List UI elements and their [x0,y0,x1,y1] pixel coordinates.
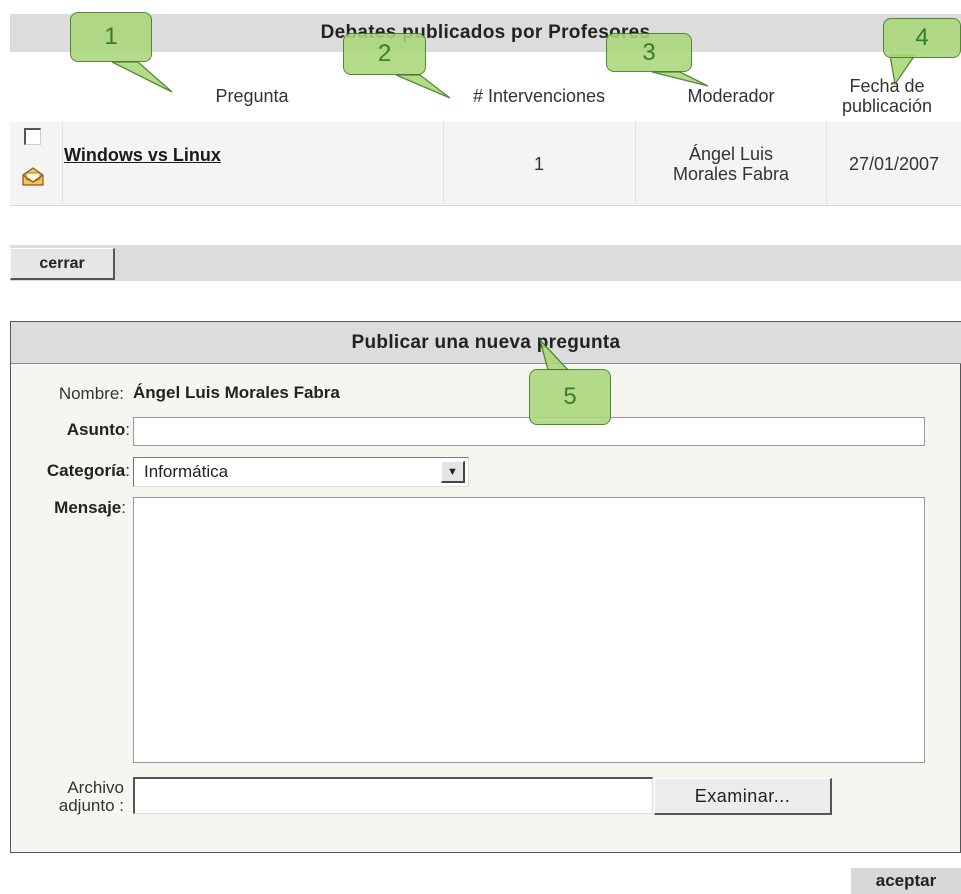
category-label: Categoría [46,461,126,480]
browse-button[interactable]: Examinar... [654,778,832,815]
publication-date: 27/01/2007 [848,153,940,174]
cell-divider [62,122,63,205]
chevron-down-icon[interactable]: ▼ [441,461,465,483]
subject-colon: : [125,420,130,439]
name-label: Nombre: [58,384,124,403]
close-bar [10,245,961,281]
attachment-label: Archivo adjunto : [10,779,124,815]
category-colon: : [125,461,130,480]
open-envelope-icon [22,167,44,186]
callout-5: 5 [529,369,611,425]
moderator-name: Ángel Luis Morales Fabra [672,143,790,184]
column-header-moderator: Moderador [687,86,775,106]
close-button[interactable]: cerrar [10,248,115,280]
row-select-checkbox[interactable] [24,128,41,145]
new-question-title: Publicar una nueva pregunta [11,322,961,364]
cell-divider [635,122,636,205]
callout-2: 2 [343,33,426,75]
category-select[interactable]: Informática ▼ [133,457,469,487]
column-header-interventions: # Intervenciones [472,86,606,106]
subject-label: Asunto [66,420,126,439]
debates-title: Debates publicados por Profesores [10,14,961,52]
attachment-label-line1: Archivo [67,778,124,797]
subject-input[interactable] [133,417,925,446]
message-textarea[interactable] [133,497,925,763]
message-label-group: Mensaje: [20,498,126,518]
message-label: Mensaje [54,498,122,517]
callout-1: 1 [70,12,152,62]
attachment-label-line2: adjunto : [58,796,124,815]
callout-3: 3 [606,33,692,72]
debate-question-link[interactable]: Windows vs Linux [64,145,221,166]
category-selected-value: Informática [144,462,229,481]
callout-4: 4 [883,18,961,58]
subject-label-group: Asunto: [20,420,130,440]
name-value: Ángel Luis Morales Fabra [133,383,340,402]
category-label-group: Categoría: [0,461,130,481]
column-header-question: Pregunta [215,86,289,106]
message-colon: : [121,498,126,517]
column-header-date: Fecha de publicación [841,76,933,116]
interventions-count: 1 [533,153,544,174]
accept-button[interactable]: aceptar [851,868,961,894]
attachment-file-input[interactable] [133,777,653,814]
